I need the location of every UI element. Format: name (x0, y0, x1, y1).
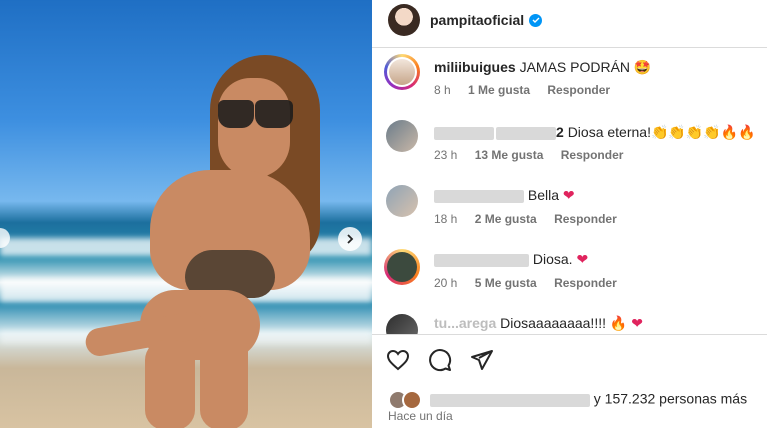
comment-username[interactable]: tu...arega (434, 315, 496, 331)
heart-emoji: ❤ (576, 251, 589, 267)
reply-button[interactable]: Responder (547, 83, 610, 97)
share-icon[interactable] (470, 348, 494, 372)
comment-time[interactable]: 8 h (434, 83, 451, 97)
comments-panel: pampitaoficial miliibuigues JAMAS PODRÁN… (372, 0, 767, 428)
blurred-username (434, 189, 524, 203)
comment-item: Diosa. ❤ 20 h 5 Me gusta Responder (384, 247, 756, 297)
post-username[interactable]: pampitaoficial (430, 12, 524, 28)
divider (372, 334, 767, 335)
post-photo[interactable] (0, 0, 372, 428)
comment-meta: 18 h 2 Me gusta Responder (434, 212, 631, 226)
comment-text: Bella ❤ (434, 187, 575, 204)
blurred-liker-text (429, 393, 590, 407)
comment-time[interactable]: 20 h (434, 276, 457, 290)
comment-likes[interactable]: 2 Me gusta (475, 212, 537, 226)
post-header: pampitaoficial (372, 0, 767, 40)
comment-likes[interactable]: 1 Me gusta (468, 83, 530, 97)
avatar[interactable] (386, 120, 418, 152)
divider (372, 47, 767, 48)
comment-body: Diosa. (532, 251, 573, 267)
comment-text: Diosa. ❤ (434, 251, 588, 268)
comment-likes[interactable]: 5 Me gusta (475, 276, 537, 290)
comment-text: miliibuigues JAMAS PODRÁN 🤩 (434, 59, 651, 76)
avatar[interactable] (386, 185, 418, 217)
comment-meta: 8 h 1 Me gusta Responder (434, 83, 624, 97)
post-actions (386, 348, 494, 372)
reply-button[interactable]: Responder (561, 148, 624, 162)
comment-text: tu...arega Diosaaaaaaaa!!!! 🔥 ❤ (434, 315, 643, 332)
post-timestamp[interactable]: Hace un día (388, 409, 453, 423)
avatar (402, 390, 422, 410)
comment-likes[interactable]: 13 Me gusta (475, 148, 544, 162)
comment-meta: 20 h 5 Me gusta Responder (434, 276, 631, 290)
comment-body: JAMAS PODRÁN 🤩 (519, 59, 652, 75)
comment-icon[interactable] (428, 348, 452, 372)
likes-summary[interactable]: y 157.232 personas más (388, 390, 747, 410)
heart-emoji: ❤ (631, 315, 643, 331)
comment-username[interactable]: miliibuigues (434, 59, 516, 75)
comment-body: Diosaaaaaaaa!!!! 🔥 (500, 315, 628, 331)
comment-time[interactable]: 23 h (434, 148, 457, 162)
avatar[interactable] (384, 249, 420, 285)
comment-item: 2 Diosa eterna!👏👏👏👏🔥🔥 23 h 13 Me gusta R… (386, 118, 756, 168)
next-arrow-button[interactable] (338, 227, 362, 251)
instagram-post-view: pampitaoficial miliibuigues JAMAS PODRÁN… (0, 0, 767, 428)
avatar[interactable] (386, 314, 418, 334)
likes-count-text: y 157.232 personas más (593, 390, 748, 407)
blurred-username (434, 126, 494, 140)
comment-meta: 23 h 13 Me gusta Responder (434, 148, 637, 162)
blurred-username (434, 253, 529, 267)
avatar[interactable] (388, 4, 420, 36)
comment-body: Bella (527, 187, 560, 203)
comment-item: Bella ❤ 18 h 2 Me gusta Responder (386, 183, 756, 233)
avatar[interactable] (384, 54, 420, 90)
heart-icon[interactable] (386, 348, 410, 372)
comment-text: 2 Diosa eterna!👏👏👏👏🔥🔥 (434, 124, 756, 141)
comment-item: miliibuigues JAMAS PODRÁN 🤩 8 h 1 Me gus… (384, 52, 756, 102)
reply-button[interactable]: Responder (554, 212, 617, 226)
reply-button[interactable]: Responder (554, 276, 617, 290)
heart-emoji: ❤ (562, 187, 575, 203)
comment-body: Diosa eterna!👏👏👏👏🔥🔥 (567, 124, 756, 140)
chevron-right-icon (347, 234, 354, 244)
comment-item: tu...arega Diosaaaaaaaa!!!! 🔥 ❤ (386, 312, 756, 334)
verified-badge-icon (529, 13, 543, 27)
comment-time[interactable]: 18 h (434, 212, 457, 226)
comment-username[interactable]: 2 (556, 124, 564, 140)
